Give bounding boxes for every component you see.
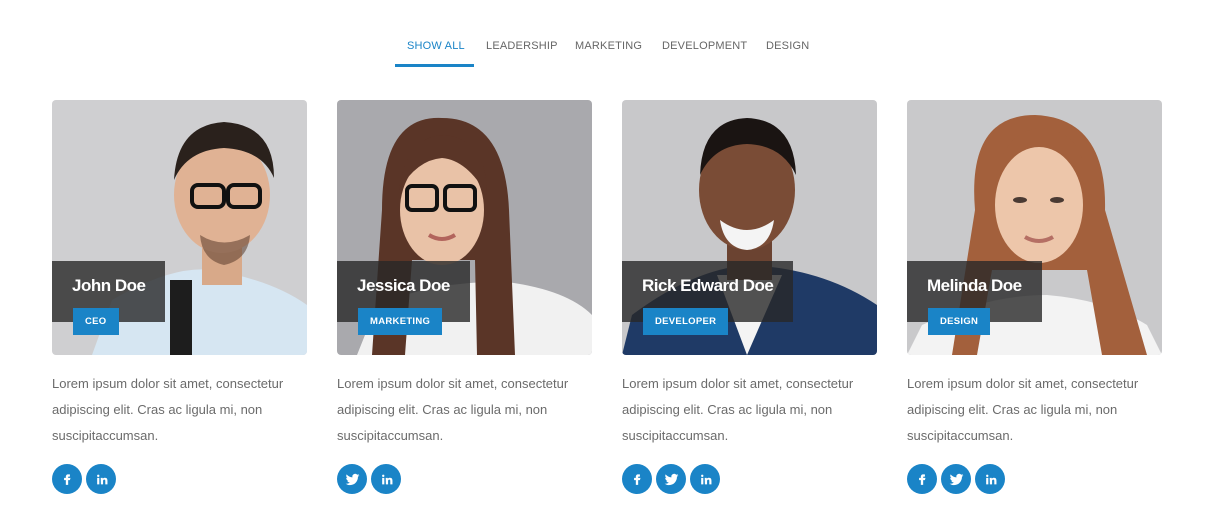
member-name: John Doe bbox=[72, 276, 146, 295]
member-description: Lorem ipsum dolor sit amet, consectetur … bbox=[907, 376, 1139, 443]
facebook-icon[interactable] bbox=[907, 464, 937, 494]
role-badge[interactable]: DEVELOPER bbox=[643, 308, 729, 335]
role-badge[interactable]: DESIGN bbox=[928, 308, 991, 335]
twitter-icon[interactable] bbox=[337, 464, 367, 494]
member-name: Rick Edward Doe bbox=[642, 276, 774, 295]
member-description: Lorem ipsum dolor sit amet, consectetur … bbox=[337, 376, 569, 443]
member-description: Lorem ipsum dolor sit amet, consectetur … bbox=[622, 376, 854, 443]
team-card-melinda-doe: Melinda Doe DESIGN Lorem ipsum dolor sit… bbox=[907, 100, 1162, 494]
linkedin-icon[interactable] bbox=[371, 464, 401, 494]
member-name: Jessica Doe bbox=[357, 276, 450, 295]
member-name: Melinda Doe bbox=[927, 276, 1022, 295]
active-tab-indicator bbox=[395, 64, 474, 67]
filter-tabs: SHOW ALL LEADERSHIP MARKETING DEVELOPMEN… bbox=[0, 0, 1229, 70]
role-badge[interactable]: MARKETING bbox=[358, 308, 443, 335]
linkedin-icon[interactable] bbox=[86, 464, 116, 494]
tab-development[interactable]: DEVELOPMENT bbox=[662, 40, 747, 52]
twitter-icon[interactable] bbox=[656, 464, 686, 494]
team-card-jessica-doe: Jessica Doe MARKETING Lorem ipsum dolor … bbox=[337, 100, 592, 494]
member-description: Lorem ipsum dolor sit amet, consectetur … bbox=[52, 376, 284, 443]
portrait-photo: John Doe CEO bbox=[52, 100, 307, 355]
tab-show-all[interactable]: SHOW ALL bbox=[407, 40, 465, 52]
social-links bbox=[907, 464, 1162, 494]
facebook-icon[interactable] bbox=[52, 464, 82, 494]
role-badge[interactable]: CEO bbox=[73, 308, 119, 335]
portrait-photo: Jessica Doe MARKETING bbox=[337, 100, 592, 355]
social-links bbox=[622, 464, 877, 494]
portrait-photo: Melinda Doe DESIGN bbox=[907, 100, 1162, 355]
tab-design[interactable]: DESIGN bbox=[766, 40, 809, 52]
social-links bbox=[337, 464, 592, 494]
social-links bbox=[52, 464, 307, 494]
facebook-icon[interactable] bbox=[622, 464, 652, 494]
portrait-photo: Rick Edward Doe DEVELOPER bbox=[622, 100, 877, 355]
twitter-icon[interactable] bbox=[941, 464, 971, 494]
tab-leadership[interactable]: LEADERSHIP bbox=[486, 40, 558, 52]
tab-marketing[interactable]: MARKETING bbox=[575, 40, 642, 52]
team-card-rick-edward-doe: Rick Edward Doe DEVELOPER Lorem ipsum do… bbox=[622, 100, 877, 494]
linkedin-icon[interactable] bbox=[975, 464, 1005, 494]
linkedin-icon[interactable] bbox=[690, 464, 720, 494]
team-card-john-doe: John Doe CEO Lorem ipsum dolor sit amet,… bbox=[52, 100, 307, 494]
